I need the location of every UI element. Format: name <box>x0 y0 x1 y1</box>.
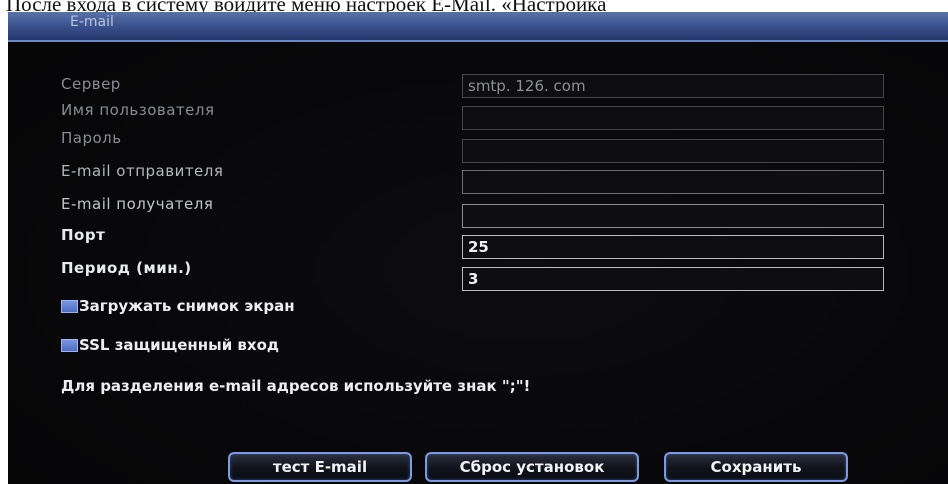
sender-label: E-mail отправителя <box>61 162 224 180</box>
password-label: Пароль <box>61 129 122 147</box>
snapshot-label: Загружать снимок экран <box>79 297 295 315</box>
server-field[interactable]: smtp. 126. com <box>462 74 884 98</box>
email-settings-screen: E-mail Сервер smtp. 126. com Имя пользов… <box>8 12 948 484</box>
reset-settings-button[interactable]: Сброс установок <box>425 452 639 482</box>
period-label: Период (мин.) <box>61 259 192 277</box>
snapshot-option[interactable]: Загружать снимок экран <box>61 295 295 317</box>
port-row: Порт 25 <box>8 226 948 259</box>
port-field[interactable]: 25 <box>462 235 884 259</box>
password-field[interactable] <box>462 139 884 163</box>
sender-field[interactable] <box>462 170 884 194</box>
ssl-checkbox[interactable] <box>61 338 78 352</box>
test-email-button[interactable]: тест E-mail <box>228 452 412 482</box>
username-row: Имя пользователя <box>8 101 948 131</box>
ssl-option[interactable]: SSL защищенный вход <box>61 334 279 356</box>
window-title-bar: E-mail <box>8 12 948 42</box>
ssl-label: SSL защищенный вход <box>79 336 280 354</box>
recipient-row: E-mail получателя <box>8 195 948 228</box>
period-field[interactable]: 3 <box>462 267 884 291</box>
recipient-field[interactable] <box>462 204 884 228</box>
port-label: Порт <box>61 226 106 244</box>
password-row: Пароль <box>8 129 948 163</box>
sender-row: E-mail отправителя <box>8 162 948 194</box>
server-row: Сервер smtp. 126. com <box>8 72 948 102</box>
period-row: Период (мин.) 3 <box>8 259 948 291</box>
window-title: E-mail <box>70 14 114 30</box>
snapshot-checkbox[interactable] <box>61 299 78 313</box>
username-label: Имя пользователя <box>61 101 215 119</box>
save-button[interactable]: Сохранить <box>664 452 848 482</box>
server-label: Сервер <box>61 75 121 93</box>
recipient-label: E-mail получателя <box>61 195 214 213</box>
email-separator-note: Для разделения e-mail адресов используйт… <box>61 377 531 395</box>
username-field[interactable] <box>462 106 884 130</box>
